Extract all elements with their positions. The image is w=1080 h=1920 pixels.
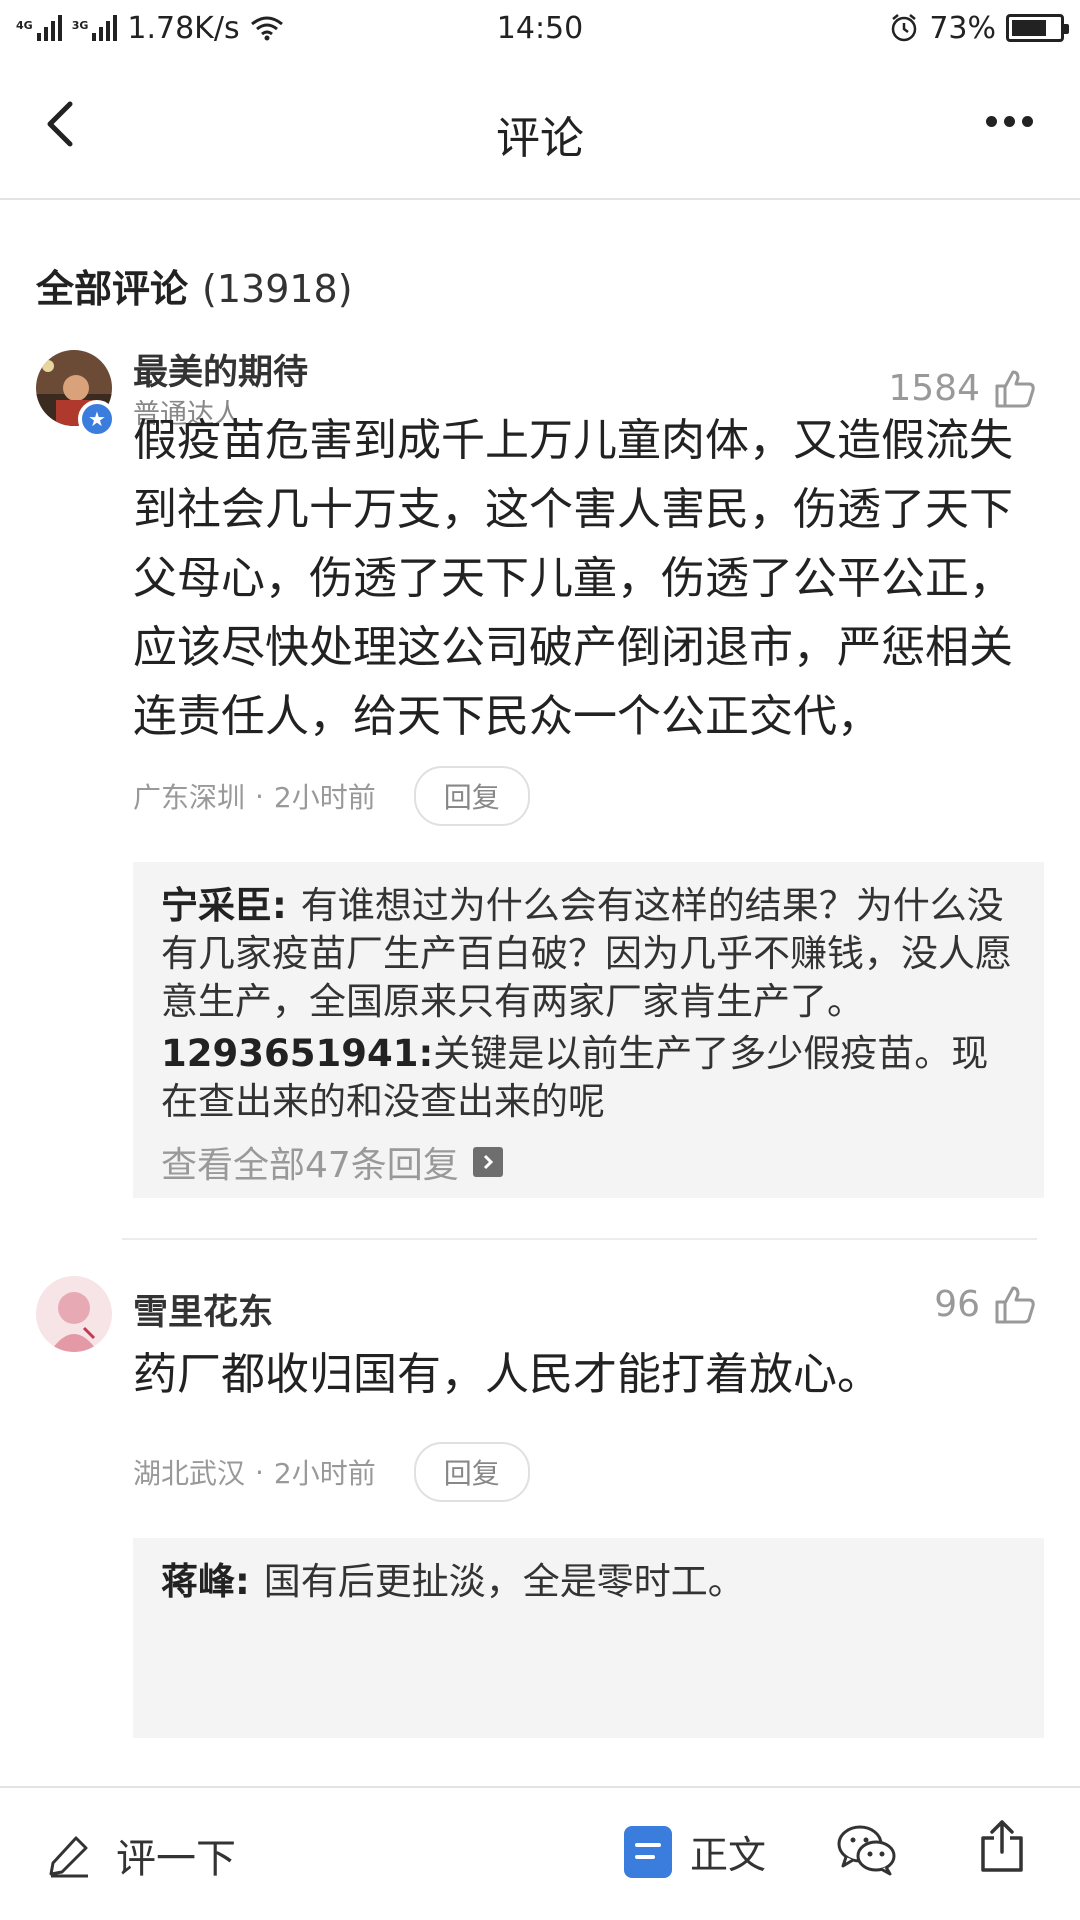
bottom-toolbar: 评一下 正文	[0, 1786, 1080, 1920]
comment-meta: 湖北武汉 · 2小时前 回复	[133, 1442, 530, 1502]
reply-username[interactable]: 1293651941:	[161, 1032, 433, 1075]
network-type-1: 4G	[16, 18, 33, 32]
like-count: 1584	[888, 368, 980, 409]
more-button[interactable]	[974, 96, 1044, 146]
view-all-label: 查看全部47条回复	[161, 1145, 459, 1186]
reply-username[interactable]: 宁采臣:	[161, 884, 287, 927]
meta-separator: ·	[255, 779, 264, 813]
network-type-2: 3G	[71, 18, 89, 32]
alarm-icon	[892, 14, 917, 42]
section-title: 全部评论	[36, 267, 189, 311]
reply-item: 蒋峰: 国有后更扯淡，全是零时工。	[161, 1558, 1016, 1606]
comment-input-button[interactable]: 评一下	[46, 1826, 236, 1884]
share-button[interactable]	[978, 1818, 1026, 1878]
signal-icon	[36, 15, 62, 41]
article-body-button[interactable]: 正文	[624, 1824, 766, 1879]
reply-text: 国有后更扯淡，全是零时工。	[263, 1560, 745, 1603]
comment-username[interactable]: 雪里花东	[133, 1284, 273, 1335]
comment-count: (13918)	[202, 267, 353, 311]
comment-location: 湖北武汉	[133, 1457, 246, 1490]
comment-time: 2小时前	[273, 1457, 376, 1490]
more-icon	[985, 115, 997, 127]
section-header: 全部评论 (13918)	[36, 258, 353, 313]
comment-location: 广东深圳	[133, 781, 246, 814]
meta-separator: ·	[255, 1455, 264, 1489]
avatar-image	[36, 1276, 112, 1352]
verified-badge-icon: ★	[78, 400, 116, 438]
document-icon	[624, 1825, 672, 1878]
replies-box[interactable]: 宁采臣: 有谁想过为什么会有这样的结果？为什么没有几家疫苗厂生产百白破？因为几乎不…	[133, 862, 1044, 1198]
network-speed: 1.78K/s	[127, 10, 240, 46]
replies-box[interactable]: 蒋峰: 国有后更扯淡，全是零时工。	[133, 1538, 1044, 1738]
status-bar: 4G 3G 1.78K/s 14:50 73%	[0, 0, 1080, 56]
battery-level	[1012, 20, 1046, 36]
more-icon-dot	[1021, 115, 1033, 127]
signal-icon-2	[92, 15, 118, 41]
nav-bar: 评论	[0, 56, 1080, 200]
like-button[interactable]: 1584	[888, 368, 1036, 409]
divider	[122, 1238, 1037, 1240]
share-icon	[981, 1820, 1023, 1872]
reply-username[interactable]: 蒋峰:	[161, 1560, 250, 1603]
like-count: 96	[934, 1284, 980, 1325]
article-body-label: 正文	[690, 1833, 767, 1877]
comment-placeholder: 评一下	[116, 1836, 236, 1882]
view-all-replies-link[interactable]: 查看全部47条回复	[161, 1136, 1016, 1188]
comment-username[interactable]: 最美的期待	[133, 344, 308, 395]
reply-button[interactable]: 回复	[413, 766, 530, 826]
comment-text: 假疫苗危害到成千上万儿童肉体，又造假流失到社会几十万支，这个害人害民，伤透了天下…	[133, 415, 1013, 742]
wifi-icon	[250, 16, 283, 41]
battery-percent: 73%	[929, 10, 996, 46]
pencil-icon	[49, 1836, 88, 1878]
like-button[interactable]: 96	[934, 1284, 1036, 1325]
reply-button[interactable]: 回复	[413, 1442, 530, 1502]
avatar[interactable]	[36, 1276, 112, 1352]
like-icon	[995, 370, 1035, 407]
chevron-right-icon	[472, 1147, 503, 1177]
status-left: 4G 3G 1.78K/s	[16, 11, 284, 46]
battery-icon	[1006, 14, 1069, 42]
status-right: 73%	[889, 10, 1069, 46]
reply-item: 宁采臣: 有谁想过为什么会有这样的结果？为什么没有几家疫苗厂生产百白破？因为几乎不…	[161, 882, 1016, 1026]
reply-text: 有谁想过为什么会有这样的结果？为什么没有几家疫苗厂生产百白破？因为几乎不赚钱，没…	[161, 884, 1012, 1023]
comment-meta: 广东深圳 · 2小时前 回复	[133, 766, 530, 826]
comment-text: 药厂都收归国有，人民才能打着放心。	[133, 1349, 881, 1400]
like-icon	[995, 1286, 1035, 1323]
page-title: 评论	[496, 113, 584, 164]
more-icon-dot	[1003, 115, 1015, 127]
chat-icon	[837, 1825, 896, 1876]
comments-list[interactable]: 全部评论 (13918) ★ 最美的期待 普通达人 1584 假疫苗危害到成千上万…	[0, 200, 1080, 1786]
comment-time: 2小时前	[273, 781, 376, 814]
wechat-share-button[interactable]	[836, 1822, 898, 1882]
reply-item: 1293651941:关键是以前生产了多少假疫苗。现在查出来的和没查出来的呢	[161, 1030, 1016, 1126]
